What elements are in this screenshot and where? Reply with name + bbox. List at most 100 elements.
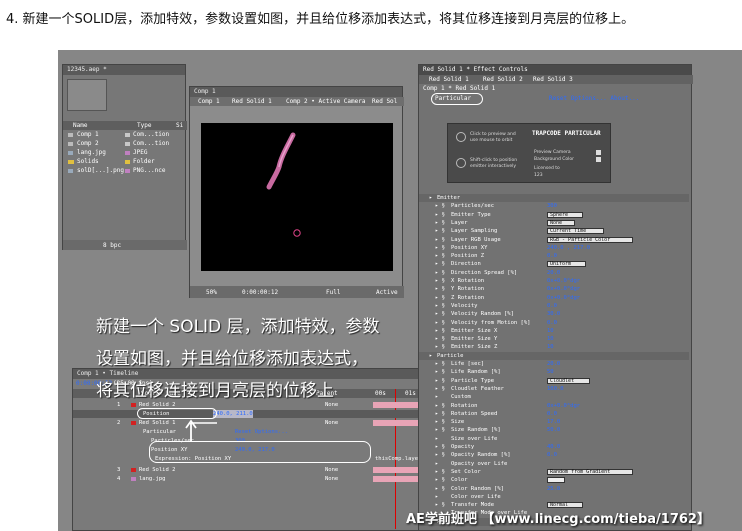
time-ruler[interactable]: 00s 01s xyxy=(373,389,423,398)
preview-camera-checkbox[interactable] xyxy=(596,150,601,155)
parent-select[interactable]: None xyxy=(325,419,338,427)
ec-param-row[interactable]: ▸ § Layer Sampling Current Time xyxy=(419,227,689,235)
param-value[interactable]: 25.0 xyxy=(547,485,560,493)
project-item[interactable]: Solids Folder xyxy=(63,158,187,166)
parent-select[interactable]: None xyxy=(325,466,338,474)
zoom-select[interactable]: 50% xyxy=(206,289,217,296)
ec-param-row[interactable]: ▸ § Emitter Type Sphere xyxy=(419,211,689,219)
timecode[interactable]: 0:00:00:12 xyxy=(242,289,278,296)
reset-about[interactable]: Reset Options... About... xyxy=(549,95,639,102)
ec-param-row[interactable]: ▸ § Velocity 0.0 xyxy=(419,302,689,310)
twirl-icon[interactable]: ▸ § xyxy=(435,277,445,285)
param-dropdown[interactable]: Random from Gradient xyxy=(547,468,633,475)
layer-bar[interactable] xyxy=(373,467,423,473)
ec-param-row[interactable]: ▸ § Set Color Random from Gradient xyxy=(419,468,689,476)
twirl-icon[interactable]: ▸ § xyxy=(435,451,445,459)
twirl-icon[interactable]: ▸ § xyxy=(435,377,445,385)
ec-param-row[interactable]: ▸ Custom xyxy=(419,393,689,401)
twirl-icon[interactable]: ▸ § xyxy=(435,310,445,318)
param-value[interactable]: 17.0 xyxy=(547,418,560,426)
twirl-icon[interactable]: ▸ xyxy=(435,493,438,501)
tab-red-solid-3[interactable]: Red Solid 3 xyxy=(533,76,573,83)
ec-param-row[interactable]: ▸ Size over Life xyxy=(419,435,689,443)
ec-param-row[interactable]: ▸ § Direction Spread [%] 20.0 xyxy=(419,269,689,277)
param-value[interactable]: 0x+0.0°dgr xyxy=(547,402,580,410)
param-value[interactable]: 300 xyxy=(547,202,557,210)
param-dropdown[interactable]: Sphere xyxy=(547,211,583,218)
ec-param-row[interactable]: ▸ § Emitter Size Z 10 xyxy=(419,343,689,351)
twirl-icon[interactable]: ▸ § xyxy=(435,260,445,268)
param-value[interactable]: 20.0 xyxy=(547,269,560,277)
parent-select[interactable]: None xyxy=(325,401,338,409)
twirl-icon[interactable]: ▸ § xyxy=(435,360,445,368)
expression-field[interactable]: thisComp.layer xyxy=(375,455,421,463)
param-value[interactable]: 0.0 xyxy=(547,252,557,260)
background-color-checkbox[interactable] xyxy=(596,157,601,162)
param-value[interactable]: 10 xyxy=(547,327,554,335)
param-value[interactable]: 50 xyxy=(547,368,554,376)
ec-param-row[interactable]: ▸ § Color xyxy=(419,476,689,484)
ec-param-row[interactable]: ▸ § Y Rotation 0x+0.0°dgr xyxy=(419,285,689,293)
ec-param-row[interactable]: ▸ Color over Life xyxy=(419,493,689,501)
twirl-icon[interactable]: ▸ xyxy=(429,194,432,202)
twirl-icon[interactable]: ▸ § xyxy=(435,236,445,244)
twirl-icon[interactable]: ▸ § xyxy=(435,244,445,252)
property-row[interactable]: Position 240.0, 211.0 xyxy=(73,410,423,418)
layer-bar[interactable] xyxy=(373,402,423,408)
twirl-icon[interactable]: ▸ § xyxy=(435,402,445,410)
ec-section[interactable]: ▸ Emitter xyxy=(419,194,689,203)
param-dropdown[interactable]: None xyxy=(547,219,576,226)
twirl-icon[interactable]: ▸ § xyxy=(435,227,445,235)
ec-param-row[interactable]: ▸ § X Rotation 0x+0.0°dgr xyxy=(419,277,689,285)
ec-param-row[interactable]: ▸ § Rotation 0x+0.0°dgr xyxy=(419,402,689,410)
twirl-icon[interactable]: ▸ § xyxy=(435,410,445,418)
twirl-icon[interactable]: ▸ § xyxy=(435,252,445,260)
twirl-icon[interactable]: ▸ xyxy=(435,460,438,468)
twirl-icon[interactable]: ▸ § xyxy=(435,327,445,335)
ec-param-row[interactable]: ▸ § Z Rotation 0x+0.0°dgr xyxy=(419,294,689,302)
ec-param-row[interactable]: ▸ § Size Random [%] 50.0 xyxy=(419,426,689,434)
project-item[interactable]: Comp 1 Com...tion xyxy=(63,131,187,139)
comp-canvas[interactable] xyxy=(201,123,393,271)
ec-param-row[interactable]: ▸ § Rotation Speed 0.0 xyxy=(419,410,689,418)
ec-param-row[interactable]: ▸ Opacity over Life xyxy=(419,460,689,468)
tab-red-sol[interactable]: Red Sol xyxy=(372,98,397,105)
project-item[interactable]: Comp 2 Com...tion xyxy=(63,140,187,148)
twirl-icon[interactable]: ▸ § xyxy=(435,443,445,451)
param-value[interactable]: 100.0 xyxy=(547,385,564,393)
twirl-icon[interactable]: ▸ xyxy=(435,435,438,443)
ec-param-row[interactable]: ▸ § Layer RGB Usage RGB - Particle Color xyxy=(419,236,689,244)
param-dropdown[interactable]: Cloudlet xyxy=(547,377,590,384)
twirl-icon[interactable]: ▸ xyxy=(435,393,438,401)
ec-param-row[interactable]: ▸ § Life Random [%] 50 xyxy=(419,368,689,376)
project-item[interactable]: solD[...].png PNG...nce xyxy=(63,167,187,175)
layer-bar[interactable] xyxy=(373,476,423,482)
param-value[interactable]: 0.0 xyxy=(547,410,557,418)
camera-select[interactable]: Active xyxy=(376,289,398,296)
twirl-icon[interactable]: ▸ § xyxy=(435,294,445,302)
ec-param-row[interactable]: ▸ § Velocity from Motion [%] 0.0 xyxy=(419,319,689,327)
ec-param-row[interactable]: ▸ § Particle Type Cloudlet xyxy=(419,377,689,385)
tab-comp-1[interactable]: Comp 1 xyxy=(198,98,220,105)
ec-param-row[interactable]: ▸ § Opacity 40.0 xyxy=(419,443,689,451)
param-value[interactable]: 0.0 xyxy=(547,302,557,310)
layer-row[interactable]: 1 Red Solid 2 None xyxy=(73,401,423,409)
ec-param-row[interactable]: ▸ § Size 17.0 xyxy=(419,418,689,426)
bit-depth-button[interactable]: 8 bpc xyxy=(103,242,121,249)
param-dropdown[interactable]: RGB - Particle Color xyxy=(547,236,633,243)
layer-bar[interactable] xyxy=(373,420,423,426)
ec-param-row[interactable]: ▸ § Layer None xyxy=(419,219,689,227)
twirl-icon[interactable]: ▸ § xyxy=(435,302,445,310)
ec-param-row[interactable]: ▸ § Position Z 0.0 xyxy=(419,252,689,260)
param-dropdown[interactable]: Uniform xyxy=(547,261,587,268)
twirl-icon[interactable]: ▸ § xyxy=(435,219,445,227)
ec-section[interactable]: ▸ Particle xyxy=(419,351,689,360)
col-name[interactable]: Name xyxy=(73,122,87,129)
preview-pane[interactable]: Click to preview and use mouse to orbit … xyxy=(447,123,611,183)
effect-row[interactable]: Particular Reset Options... xyxy=(73,428,423,436)
ec-param-row[interactable]: ▸ § Cloudlet Feather 100.0 xyxy=(419,385,689,393)
param-value[interactable]: 40.0 xyxy=(547,443,560,451)
param-value[interactable]: 0.0 xyxy=(547,451,557,459)
param-value[interactable]: 240.0 , 217.0 xyxy=(547,244,590,252)
param-value[interactable]: 50.0 xyxy=(547,426,560,434)
